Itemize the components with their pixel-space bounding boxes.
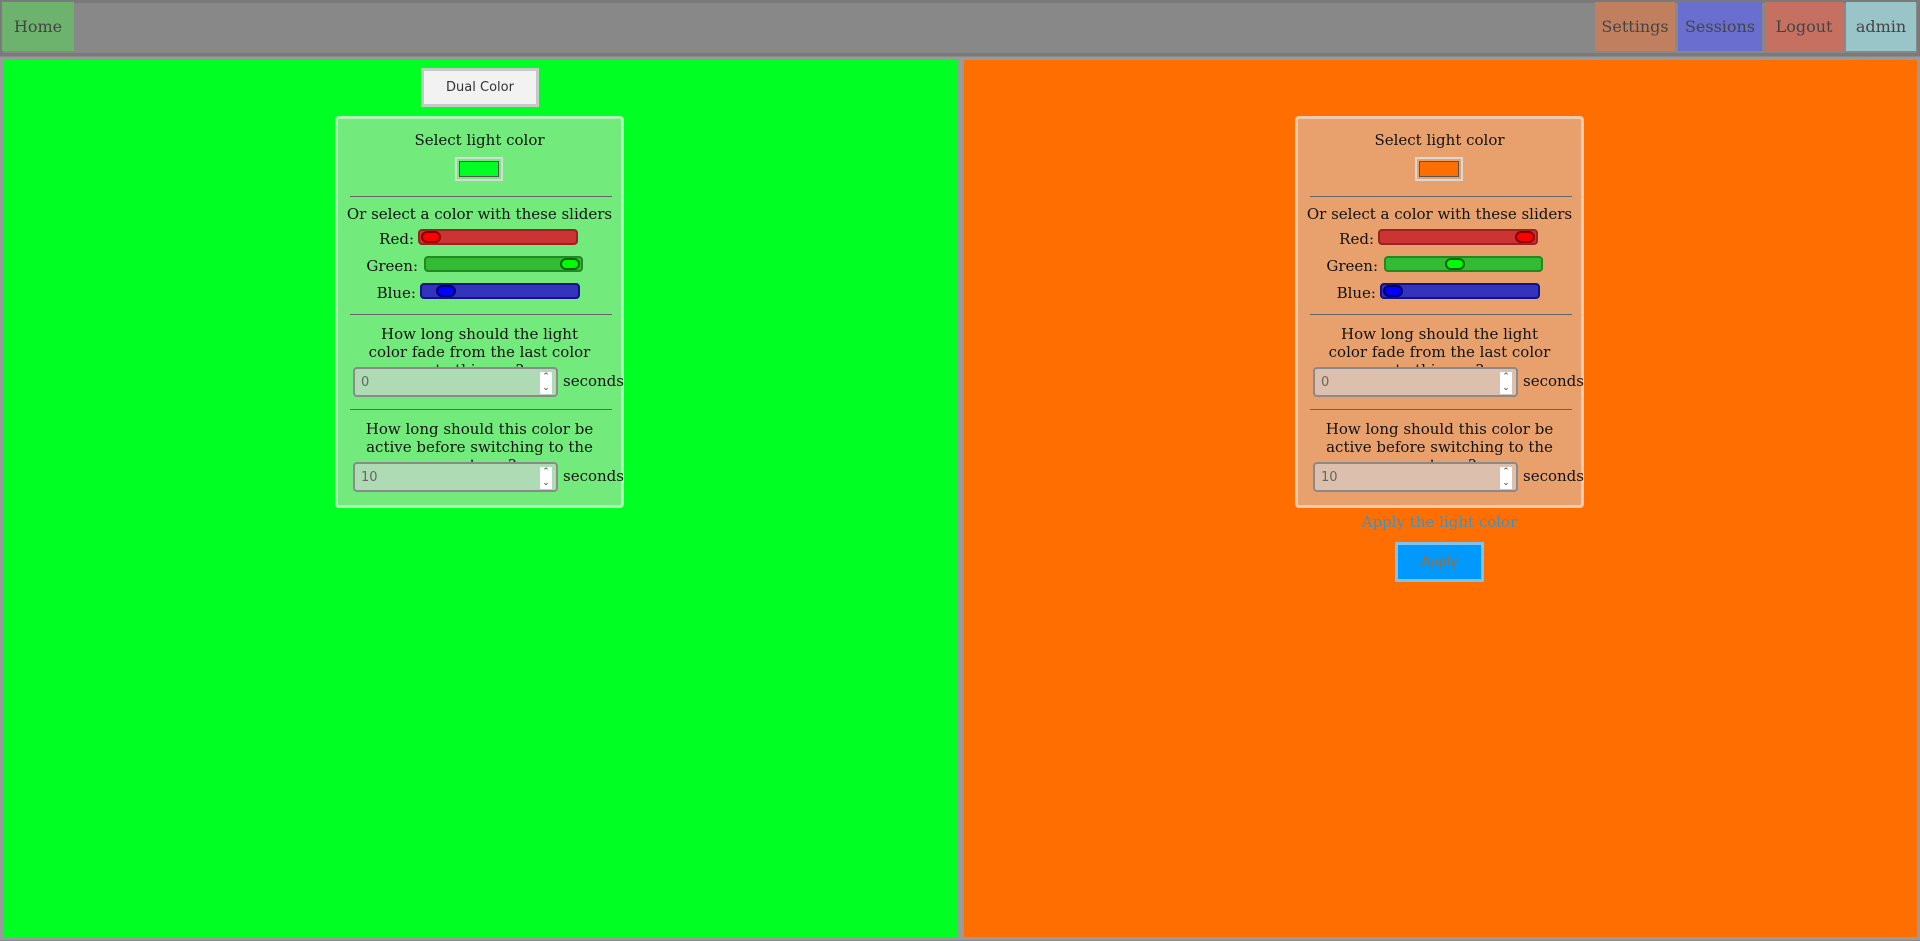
color-picker[interactable]: [1415, 157, 1463, 181]
green-slider-label: Green:: [1326, 257, 1378, 275]
divider: [1310, 314, 1572, 315]
color-swatch: [1419, 161, 1459, 177]
divider: [1310, 196, 1572, 197]
red-slider-thumb[interactable]: [421, 231, 441, 243]
slider-heading: Or select a color with these sliders: [346, 205, 613, 223]
slider-heading: Or select a color with these sliders: [1306, 205, 1573, 223]
blue-slider[interactable]: [420, 283, 580, 299]
green-slider[interactable]: [424, 256, 583, 272]
dual-color-mode-button[interactable]: Dual Color: [421, 68, 539, 107]
blue-slider-thumb[interactable]: [1383, 285, 1403, 297]
color-settings-card-2: Select light color Or select a color wit…: [1295, 116, 1584, 508]
red-slider[interactable]: [418, 229, 578, 245]
apply-button[interactable]: Apply: [1395, 542, 1484, 582]
color-settings-card-1: Select light color Or select a color wit…: [335, 116, 624, 508]
select-light-color-label: Select light color: [414, 131, 545, 149]
fade-duration-input[interactable]: 0 ⌃ ⌄: [353, 367, 558, 397]
color-swatch: [459, 161, 499, 177]
fade-duration-spinner[interactable]: ⌃ ⌄: [1500, 372, 1512, 394]
settings-nav-button[interactable]: Settings: [1595, 2, 1675, 51]
user-account-button[interactable]: admin: [1846, 2, 1916, 51]
fade-duration-value: 0: [1321, 374, 1330, 390]
blue-slider-thumb[interactable]: [436, 285, 456, 297]
seconds-label: seconds: [1523, 372, 1584, 390]
sessions-nav-button[interactable]: Sessions: [1678, 2, 1762, 51]
blue-slider-label: Blue:: [1336, 284, 1376, 302]
red-slider-thumb[interactable]: [1515, 231, 1535, 243]
active-duration-input[interactable]: 10 ⌃ ⌄: [1313, 462, 1518, 492]
blue-slider-label: Blue:: [376, 284, 416, 302]
divider: [350, 314, 612, 315]
apply-light-color-label: Apply the light color: [1361, 513, 1518, 531]
green-slider-thumb[interactable]: [1445, 258, 1465, 270]
logout-nav-button[interactable]: Logout: [1765, 2, 1843, 51]
active-duration-value: 10: [361, 469, 378, 485]
seconds-label: seconds: [563, 372, 624, 390]
fade-duration-value: 0: [361, 374, 370, 390]
seconds-label: seconds: [1523, 467, 1584, 485]
active-duration-spinner[interactable]: ⌃ ⌄: [1500, 467, 1512, 489]
red-slider-label: Red:: [379, 230, 414, 248]
active-duration-value: 10: [1321, 469, 1338, 485]
active-duration-spinner[interactable]: ⌃ ⌄: [540, 467, 552, 489]
home-nav-button[interactable]: Home: [2, 2, 74, 51]
color-picker[interactable]: [455, 157, 503, 181]
fade-duration-spinner[interactable]: ⌃ ⌄: [540, 372, 552, 394]
seconds-label: seconds: [563, 467, 624, 485]
active-duration-input[interactable]: 10 ⌃ ⌄: [353, 462, 558, 492]
divider: [350, 409, 612, 410]
divider: [1310, 409, 1572, 410]
red-slider[interactable]: [1378, 229, 1538, 245]
red-slider-label: Red:: [1339, 230, 1374, 248]
fade-duration-input[interactable]: 0 ⌃ ⌄: [1313, 367, 1518, 397]
green-slider[interactable]: [1384, 256, 1543, 272]
select-light-color-label: Select light color: [1374, 131, 1505, 149]
green-slider-label: Green:: [366, 257, 418, 275]
divider: [350, 196, 612, 197]
blue-slider[interactable]: [1380, 283, 1540, 299]
green-slider-thumb[interactable]: [560, 258, 580, 270]
